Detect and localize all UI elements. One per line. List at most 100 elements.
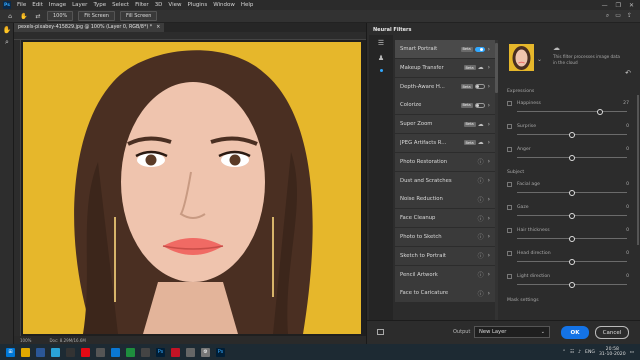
settings-gear-icon[interactable]: ⚙ (201, 347, 210, 357)
info-icon[interactable]: ⓘ (478, 270, 484, 279)
slider-knob[interactable] (569, 131, 575, 138)
slider-value[interactable]: 27 (623, 101, 629, 106)
menu-window[interactable]: Window (210, 2, 238, 8)
filter-item-smart-portrait[interactable]: Smart Portrait Beta › (395, 40, 495, 58)
light-direction-checkbox[interactable] (507, 274, 512, 279)
hair-thickness-checkbox[interactable] (507, 228, 512, 233)
filter-item-noise-reduction[interactable]: Noise Reduction ⓘ › (395, 190, 495, 209)
canvas-area[interactable] (21, 40, 366, 336)
mask-settings-label[interactable]: Mask settings (507, 298, 539, 303)
info-icon[interactable]: ⓘ (478, 176, 484, 185)
clock[interactable]: 20:58 31-10-2020 (599, 347, 626, 358)
slider-value[interactable]: 0 (626, 251, 629, 256)
slider-knob[interactable] (569, 212, 575, 219)
slider-value[interactable]: 0 (626, 147, 629, 152)
filter-item-colorize[interactable]: Colorize Beta › (395, 96, 495, 115)
filter-toggle[interactable] (474, 46, 485, 52)
scroll-all-icon[interactable]: ⇄ (34, 12, 42, 20)
notification-icon[interactable]: ▭ (630, 350, 634, 355)
ok-button[interactable]: OK (561, 326, 589, 339)
filter-item-makeup-transfer[interactable]: Makeup Transfer Beta ☁ › (395, 58, 495, 77)
menu-help[interactable]: Help (238, 2, 257, 8)
chevron-down-icon[interactable]: ⌄ (537, 56, 542, 63)
menu-3d[interactable]: 3D (152, 2, 166, 8)
netflix-icon[interactable] (81, 347, 90, 357)
hand-tool-icon[interactable]: ✋ (20, 12, 28, 20)
close-window-button[interactable]: ✕ (629, 2, 634, 9)
filter-item-super-zoom[interactable]: Super Zoom Beta ☁ › (395, 115, 495, 134)
search-icon[interactable]: ⌕ (606, 12, 609, 20)
cancel-button[interactable]: Cancel (595, 326, 629, 339)
slider-track[interactable] (517, 111, 627, 112)
media-player-icon[interactable] (66, 347, 75, 357)
slider-knob[interactable] (569, 281, 575, 288)
file-explorer-icon[interactable] (21, 347, 30, 357)
slider-value[interactable]: 0 (626, 124, 629, 129)
head-direction-checkbox[interactable] (507, 251, 512, 256)
slider-value[interactable]: 0 (626, 205, 629, 210)
info-icon[interactable]: ⓘ (478, 289, 484, 298)
menu-file[interactable]: File (14, 2, 29, 8)
share-icon[interactable]: ⇪ (627, 12, 632, 20)
output-select[interactable]: New Layer ⌄ (474, 326, 550, 338)
facial-age-checkbox[interactable] (507, 182, 512, 187)
photoshop-taskbar-icon[interactable]: Ps (156, 347, 165, 357)
settings-scrollbar[interactable] (637, 95, 639, 245)
cloud-download-icon[interactable]: ☁ (478, 121, 484, 128)
slider-knob[interactable] (569, 189, 575, 196)
filter-item-sketch-to-portrait[interactable]: Sketch to Portrait ⓘ › (395, 246, 495, 265)
fill-screen-button[interactable]: Fill Screen (119, 11, 158, 21)
slider-knob[interactable] (569, 235, 575, 242)
filter-item-photo-to-sketch[interactable]: Photo to Sketch ⓘ › (395, 227, 495, 246)
calculator-icon[interactable] (96, 347, 105, 357)
info-icon[interactable]: ⓘ (478, 157, 484, 166)
language-indicator[interactable]: ENG (585, 350, 595, 355)
menu-filter[interactable]: Filter (132, 2, 152, 8)
volume-icon[interactable]: ♪ (578, 350, 581, 355)
filter-item-dust-and-scratches[interactable]: Dust and Scratches ⓘ › (395, 171, 495, 190)
slider-value[interactable]: 0 (626, 228, 629, 233)
menu-edit[interactable]: Edit (29, 2, 46, 8)
gaze-checkbox[interactable] (507, 205, 512, 210)
slider-value[interactable]: 0 (626, 182, 629, 187)
minimize-button[interactable]: — (602, 2, 608, 9)
info-icon[interactable]: ⓘ (478, 195, 484, 204)
status-zoom[interactable]: 100% (20, 338, 31, 343)
store-icon[interactable] (141, 347, 150, 357)
edge-browser-icon[interactable] (111, 347, 120, 357)
slider-knob[interactable] (569, 258, 575, 265)
mail-icon[interactable] (36, 347, 45, 357)
zoom-tool-icon[interactable]: ⌕ (0, 36, 14, 49)
filter-item-depth-aware-haze[interactable]: Depth-Aware H... Beta › (395, 77, 495, 96)
filter-toggle[interactable] (474, 102, 485, 108)
menu-type[interactable]: Type (90, 2, 109, 8)
tray-arrow-icon[interactable]: ⌃ (562, 350, 566, 355)
info-icon[interactable]: ⓘ (478, 232, 484, 241)
slider-value[interactable]: 0 (626, 274, 629, 279)
hand-tool-icon[interactable]: ✋ (0, 23, 14, 36)
filter-item-pencil-artwork[interactable]: Pencil Artwork ⓘ › (395, 265, 495, 284)
slider-knob[interactable] (569, 154, 575, 161)
person-icon[interactable]: ♟ (369, 50, 393, 65)
filters-list-icon[interactable]: ☰ (369, 35, 393, 50)
clock-app-icon[interactable] (186, 347, 195, 357)
menu-layer[interactable]: Layer (69, 2, 90, 8)
info-icon[interactable]: ⓘ (478, 251, 484, 260)
filter-item-jpeg-artifacts-removal[interactable]: JPEG Artifacts R... Beta ☁ › (395, 133, 495, 152)
menu-image[interactable]: Image (46, 2, 69, 8)
surprise-checkbox[interactable] (507, 124, 512, 129)
zoom-100-button[interactable]: 100% (47, 11, 74, 21)
network-icon[interactable]: ☷ (570, 350, 574, 355)
home-icon[interactable]: ⌂ (6, 12, 14, 20)
scrollbar-thumb[interactable] (495, 43, 498, 93)
menu-view[interactable]: View (165, 2, 184, 8)
telegram-icon[interactable] (51, 347, 60, 357)
adobe-icon[interactable] (171, 347, 180, 357)
fit-screen-button[interactable]: Fit Screen (78, 11, 115, 21)
menu-select[interactable]: Select (109, 2, 132, 8)
slider-knob[interactable] (596, 108, 603, 115)
face-preview-thumbnail[interactable] (509, 44, 534, 71)
filter-item-face-cleanup[interactable]: Face Cleanup ⓘ › (395, 209, 495, 228)
chrome-browser-icon[interactable] (126, 347, 135, 357)
close-tab-icon[interactable]: × (156, 25, 160, 30)
